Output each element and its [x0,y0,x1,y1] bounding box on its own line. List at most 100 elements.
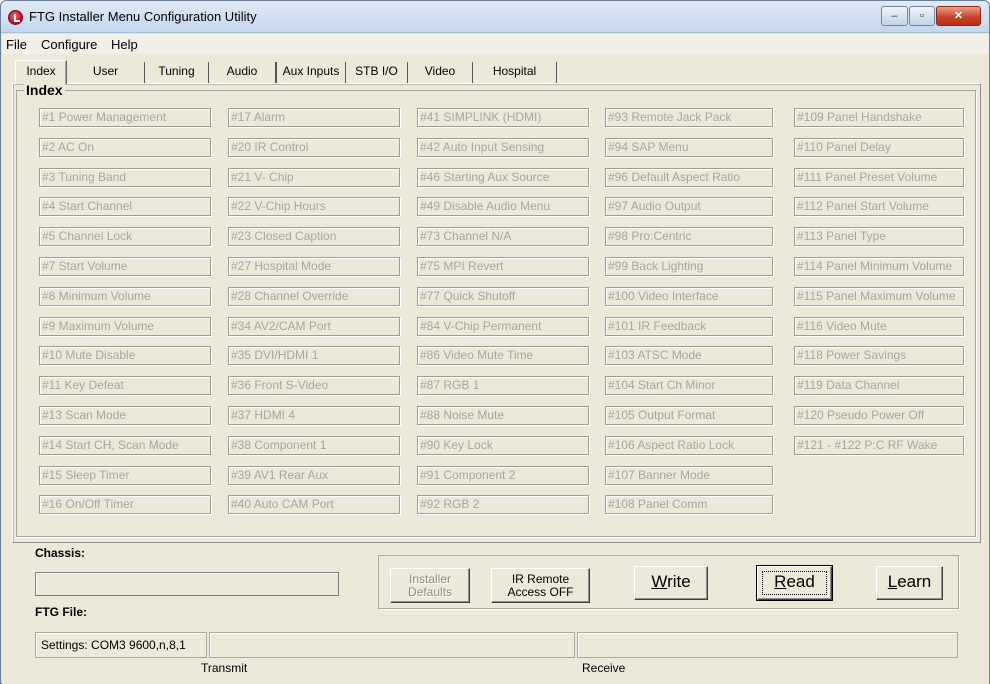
status-transmit-field [209,632,575,658]
tab-index[interactable]: Index [15,60,67,84]
index-item: #91 Component 2 [417,466,589,485]
index-item: #7 Start Volume [39,257,211,276]
ir-remote-access-button[interactable]: IR Remote Access OFF [491,568,590,603]
index-item: #15 Sleep Timer [39,466,211,485]
index-item: #11 Key Defeat [39,376,211,395]
tab-strip: Index User Tuning Audio Aux Inputs STB I… [12,60,972,84]
index-item: #4 Start Channel [39,197,211,216]
tab-video[interactable]: Video [408,62,473,83]
status-settings: Settings: COM3 9600,n,8,1 [35,632,207,658]
transmit-label: Transmit [201,661,248,675]
index-item: #113 Panel Type [794,227,964,246]
index-item: #20 IR Control [228,138,400,157]
index-item: #98 Pro:Centric [605,227,773,246]
tab-audio[interactable]: Audio [209,62,276,83]
minimize-button[interactable]: – [881,6,908,26]
close-button[interactable]: ✕ [936,6,981,26]
index-item: #41 SIMPLINK (HDMI) [417,108,589,127]
index-item: #3 Tuning Band [39,168,211,187]
tab-aux-inputs[interactable]: Aux Inputs [276,62,346,83]
index-item: #108 Panel Comm [605,495,773,514]
action-button-group: Installer Defaults IR Remote Access OFF … [378,555,959,609]
index-item: #38 Component 1 [228,436,400,455]
index-item: #21 V- Chip [228,168,400,187]
index-item: #99 Back Lighting [605,257,773,276]
write-label: rite [667,572,691,591]
learn-label: earn [897,572,932,591]
menu-configure[interactable]: Configure [41,37,97,52]
index-item: #94 SAP Menu [605,138,773,157]
learn-button[interactable]: Learn [876,566,943,600]
read-label: ead [786,572,815,591]
index-item: #2 AC On [39,138,211,157]
index-item: #106 Aspect Ratio Lock [605,436,773,455]
read-mnemonic: R [774,572,787,591]
learn-mnemonic: L [887,572,898,591]
chassis-field [35,572,339,596]
index-item: #92 RGB 2 [417,495,589,514]
index-item: #40 Auto CAM Port [228,495,400,514]
receive-label: Receive [582,661,626,675]
tab-stb-io[interactable]: STB I/O [346,62,408,83]
index-item: #96 Default Aspect Ratio [605,168,773,187]
index-item: #118 Power Savings [794,346,964,365]
tab-tuning[interactable]: Tuning [145,62,209,83]
ftg-file-label: FTG File: [35,605,87,619]
index-groupbox: Index #1 Power Management #2 AC On #3 Tuni… [16,82,976,537]
index-item: #90 Key Lock [417,436,589,455]
index-item: #27 Hospital Mode [228,257,400,276]
index-item: #93 Remote Jack Pack [605,108,773,127]
write-button[interactable]: Write [634,566,708,600]
index-item: #104 Start Ch Minor [605,376,773,395]
title-bar[interactable]: FTG Installer Menu Configuration Utility… [1,1,989,33]
index-item: #37 HDMI 4 [228,406,400,425]
menu-bar: File Configure Help [2,34,989,54]
chassis-label: Chassis: [35,546,86,560]
app-icon[interactable] [8,10,23,25]
menu-file[interactable]: File [6,37,27,52]
index-item: #107 Banner Mode [605,466,773,485]
index-item: #73 Channel N/A [417,227,589,246]
index-item: #88 Noise Mute [417,406,589,425]
maximize-button[interactable]: ▫ [909,6,935,26]
index-item: #9 Maximum Volume [39,317,211,336]
index-item: #86 Video Mute Time [417,346,589,365]
index-item: #42 Auto Input Sensing [417,138,589,157]
index-item: #105 Output Format [605,406,773,425]
index-item: #23 Closed Caption [228,227,400,246]
index-item: #1 Power Management [39,108,211,127]
index-item: #46 Starting Aux Source [417,168,589,187]
index-item: #35 DVI/HDMI 1 [228,346,400,365]
read-button[interactable]: Read [756,565,833,601]
index-item: #14 Start CH, Scan Mode [39,436,211,455]
index-item: #16 On/Off Timer [39,495,211,514]
ir-remote-label-line2: Access OFF [507,585,574,599]
tab-user[interactable]: User [67,62,145,83]
client-area: Index User Tuning Audio Aux Inputs STB I… [2,54,989,684]
status-receive-field [577,632,958,658]
index-item: #77 Quick Shutoff [417,287,589,306]
index-group-title: Index [24,82,65,98]
index-item: #119 Data Channel [794,376,964,395]
index-item: #114 Panel Minimum Volume [794,257,964,276]
tab-hospital[interactable]: Hospital [473,62,557,83]
index-item: #17 Alarm [228,108,400,127]
index-item: #10 Mute Disable [39,346,211,365]
index-item: #103 ATSC Mode [605,346,773,365]
index-item: #34 AV2/CAM Port [228,317,400,336]
index-tab-panel: Index #1 Power Management #2 AC On #3 Tuni… [12,82,981,543]
menu-help[interactable]: Help [111,37,138,52]
index-item: #39 AV1 Rear Aux [228,466,400,485]
index-item: #97 Audio Output [605,197,773,216]
index-item: #101 IR Feedback [605,317,773,336]
index-item: #84 V-Chip Permanent [417,317,589,336]
write-mnemonic: W [651,572,668,591]
index-item: #121 - #122 P:C RF Wake [794,436,964,455]
index-item: #49 Disable Audio Menu [417,197,589,216]
window-title: FTG Installer Menu Configuration Utility [29,9,257,24]
index-item: #5 Channel Lock [39,227,211,246]
index-item: #100 Video Interface [605,287,773,306]
index-item: #115 Panel Maximum Volume [794,287,964,306]
index-item: #111 Panel Preset Volume [794,168,964,187]
index-item: #22 V-Chip Hours [228,197,400,216]
